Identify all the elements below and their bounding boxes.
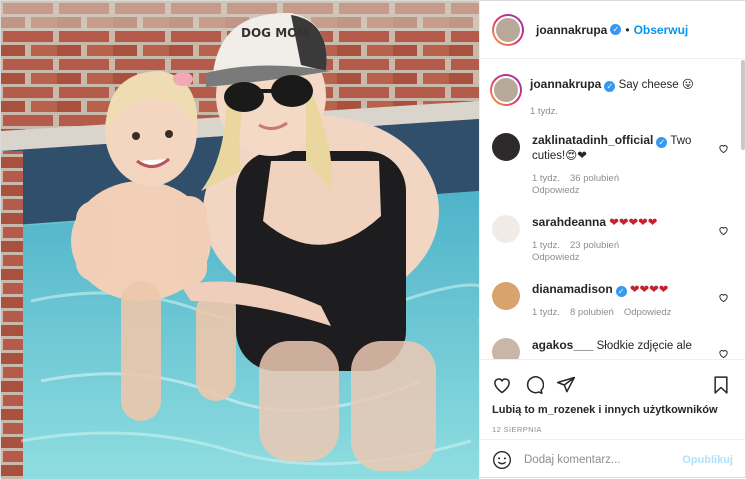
comment-time[interactable]: 1 tydz.: [532, 240, 560, 251]
verified-badge-icon: ✓: [610, 24, 622, 35]
comments-scrollbar[interactable]: [741, 60, 745, 150]
caption-text: Say cheese 😛: [618, 79, 694, 91]
comment-likes[interactable]: 8 polubień: [570, 307, 614, 318]
bookmark-icon[interactable]: [711, 375, 731, 395]
comment-row: dianamadison ✓ ❤❤❤❤ 1 tydz. 8 polubień Odpo…: [492, 282, 729, 319]
emoji-icon[interactable]: [492, 450, 512, 470]
share-icon[interactable]: [556, 375, 576, 395]
instagram-post: DOG MOM joannakrupa ✓ • Obserwuj joannak…: [0, 0, 746, 479]
comment-like-heart-icon[interactable]: [718, 348, 729, 359]
comment-time[interactable]: 1 tydz.: [532, 307, 560, 318]
author-username[interactable]: joannakrupa: [536, 23, 607, 37]
comment-row: sarahdeanna ❤❤❤❤❤ 1 tydz. 23 polubień Odpo…: [492, 215, 729, 264]
publish-button[interactable]: Opublikuj: [682, 454, 733, 466]
comment-icon[interactable]: [524, 375, 544, 395]
comments-list[interactable]: joannakrupa ✓ Say cheese 😛 1 tydz. zaklin…: [480, 60, 745, 359]
comment-username[interactable]: dianamadison: [532, 282, 613, 296]
comment-likes[interactable]: 36 polubień: [570, 173, 619, 184]
comment-username[interactable]: sarahdeanna: [532, 215, 606, 229]
verified-badge-icon: ✓: [604, 81, 616, 92]
post-photo-illustration: DOG MOM: [1, 1, 479, 479]
comment-text: Słodkie zdjęcie ale: [596, 340, 692, 352]
caption-avatar: [492, 76, 520, 104]
comment-input[interactable]: [524, 453, 683, 466]
verified-badge-icon: ✓: [615, 286, 627, 297]
caption-avatar-ring[interactable]: [490, 74, 522, 106]
commenter-avatar[interactable]: [492, 338, 520, 359]
post-actions: Lubią to m_rozenek i innych użytkowników…: [480, 359, 745, 479]
follow-button[interactable]: Obserwuj: [634, 23, 689, 37]
comment-row: zaklinatadinh_official ✓ Two cuties!😍❤ 1 …: [492, 133, 729, 197]
comment-text: ❤❤❤❤❤: [609, 217, 658, 229]
verified-badge-icon: ✓: [656, 137, 668, 148]
commenter-avatar[interactable]: [492, 215, 520, 243]
author-avatar-ring[interactable]: [492, 13, 524, 46]
add-comment-bar: Opublikuj: [480, 439, 745, 479]
caption-username[interactable]: joannakrupa: [530, 77, 601, 91]
cap-text: DOG MOM: [241, 26, 309, 40]
comment-likes[interactable]: 23 polubień: [570, 240, 619, 251]
caption-time[interactable]: 1 tydz.: [530, 106, 558, 117]
comment-username[interactable]: agakos___: [532, 338, 593, 352]
comment-text: ❤❤❤❤: [629, 284, 669, 296]
comment-time[interactable]: 1 tydz.: [532, 173, 560, 184]
likes-summary[interactable]: Lubią to m_rozenek i innych użytkowników: [480, 398, 745, 416]
commenter-avatar[interactable]: [492, 282, 520, 310]
post-date[interactable]: 12 SIERPNIA: [480, 416, 745, 434]
post-header: joannakrupa ✓ • Obserwuj: [480, 1, 745, 59]
comment-like-heart-icon[interactable]: [718, 225, 729, 236]
comment-row: agakos___ Słodkie zdjęcie ale: [492, 338, 729, 359]
separator-dot: •: [625, 22, 630, 37]
comment-username[interactable]: zaklinatadinh_official: [532, 133, 653, 147]
comment-like-heart-icon[interactable]: [718, 292, 729, 303]
caption-row: joannakrupa ✓ Say cheese 😛 1 tydz.: [490, 74, 729, 118]
comment-like-heart-icon[interactable]: [718, 143, 729, 154]
heart-icon[interactable]: [492, 375, 512, 395]
commenter-avatar[interactable]: [492, 133, 520, 161]
author-avatar: [494, 15, 522, 44]
reply-button[interactable]: Odpowiedz: [532, 185, 580, 196]
reply-button[interactable]: Odpowiedz: [532, 252, 580, 263]
reply-button[interactable]: Odpowiedz: [624, 307, 672, 318]
post-side-panel: joannakrupa ✓ • Obserwuj joannakrupa ✓ Sa…: [479, 1, 745, 479]
post-photo[interactable]: DOG MOM: [1, 1, 479, 479]
